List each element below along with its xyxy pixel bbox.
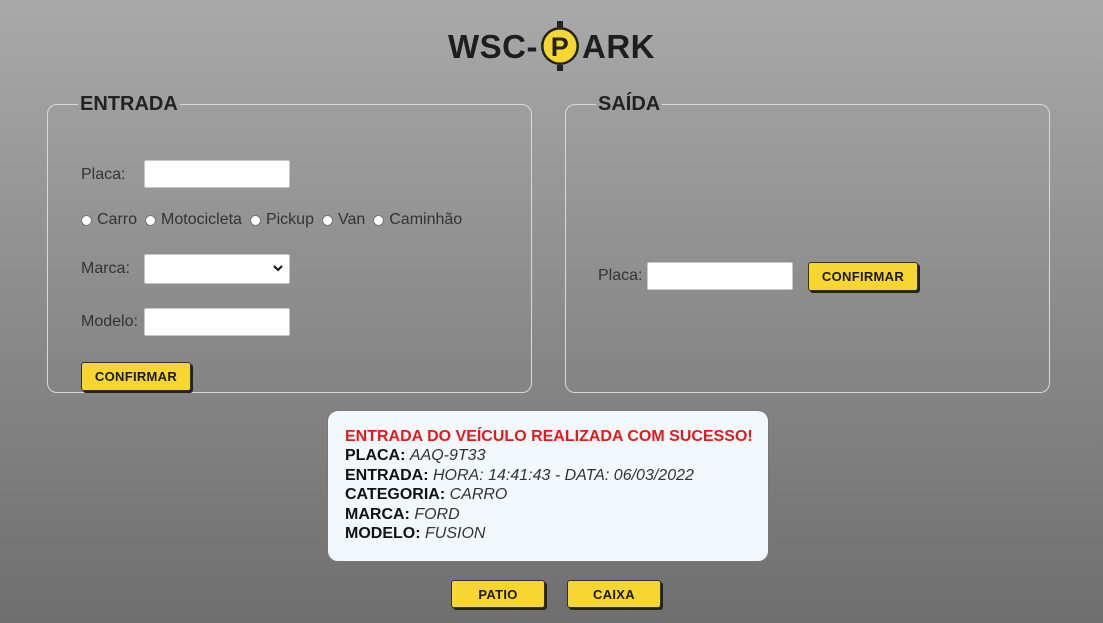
category-label: Carro: [97, 211, 138, 228]
radio-circle-icon[interactable]: [249, 214, 261, 226]
category-radio-carro[interactable]: Carro: [81, 211, 137, 229]
message-marca-value: FORD: [414, 505, 460, 523]
entrada-placa-label: Placa:: [81, 166, 126, 183]
radio-circle-icon[interactable]: [145, 214, 157, 226]
saida-legend: SAÍDA: [598, 93, 661, 115]
message-categoria-label: CATEGORIA:: [345, 486, 446, 503]
entrada-panel: ENTRADA Placa: Carro Motocicleta Pickup …: [47, 93, 532, 393]
chevron-down-icon: [273, 265, 283, 272]
logo-prefix: WSC-: [448, 28, 538, 65]
category-radio-van[interactable]: Van: [321, 211, 366, 229]
entry-success-message: ENTRADA DO VEÍCULO REALIZADA COM SUCESSO…: [327, 410, 769, 562]
message-entrada-line: ENTRADA: HORA: 14:41:43 - DATA: 06/03/20…: [345, 466, 768, 486]
saida-confirm-button[interactable]: CONFIRMAR: [808, 262, 918, 291]
logo-suffix: ARK: [581, 28, 655, 65]
saida-placa-label: Placa:: [598, 267, 643, 284]
entrada-modelo-input[interactable]: [144, 308, 290, 336]
message-categoria-value: CARRO: [449, 486, 508, 503]
category-label: Caminhão: [389, 211, 463, 228]
logo-icon-letter: P: [551, 32, 570, 62]
entrada-confirm-button[interactable]: CONFIRMAR: [81, 362, 191, 391]
radio-circle-icon[interactable]: [373, 214, 385, 226]
saida-placa-input[interactable]: [647, 262, 793, 290]
caixa-button[interactable]: CAIXA: [567, 580, 661, 608]
entrada-legend: ENTRADA: [80, 93, 178, 115]
radio-circle-icon[interactable]: [81, 214, 92, 226]
message-placa-line: PLACA: AAQ-9T33: [345, 446, 768, 466]
message-placa-label: PLACA:: [345, 447, 406, 464]
saida-panel: SAÍDA Placa: CONFIRMAR: [565, 93, 1050, 393]
message-modelo-value: FUSION: [425, 525, 486, 542]
message-placa-value: AAQ-9T33: [409, 447, 486, 464]
category-label: Motocicleta: [161, 211, 242, 228]
category-radio-group: Carro Motocicleta Pickup Van Caminhão: [81, 211, 470, 229]
radio-circle-icon[interactable]: [321, 214, 333, 226]
message-entrada-label: ENTRADA:: [345, 466, 429, 484]
category-radio-pickup[interactable]: Pickup: [249, 211, 314, 229]
category-label: Pickup: [265, 211, 314, 228]
app-logo: WSC- P ARK: [0, 21, 1103, 72]
message-marca-label: MARCA:: [345, 505, 410, 523]
category-label: Van: [337, 211, 366, 228]
parking-sign-icon: P: [540, 21, 580, 71]
message-modelo-label: MODELO:: [345, 525, 421, 542]
entrada-marca-label: Marca:: [81, 260, 130, 277]
entrada-placa-input[interactable]: [144, 160, 290, 188]
entrada-modelo-label: Modelo:: [81, 313, 138, 330]
message-categoria-line: CATEGORIA: CARRO: [345, 485, 768, 505]
message-title: ENTRADA DO VEÍCULO REALIZADA COM SUCESSO…: [345, 428, 753, 445]
message-entrada-value: HORA: 14:41:43 - DATA: 06/03/2022: [433, 466, 694, 484]
message-modelo-line: MODELO: FUSION: [345, 524, 768, 544]
category-radio-caminhao[interactable]: Caminhão: [373, 211, 462, 229]
entrada-marca-select[interactable]: [144, 254, 290, 284]
category-radio-motocicleta[interactable]: Motocicleta: [145, 211, 242, 229]
patio-button[interactable]: PATIO: [451, 580, 545, 608]
message-marca-line: MARCA: FORD: [345, 505, 768, 525]
